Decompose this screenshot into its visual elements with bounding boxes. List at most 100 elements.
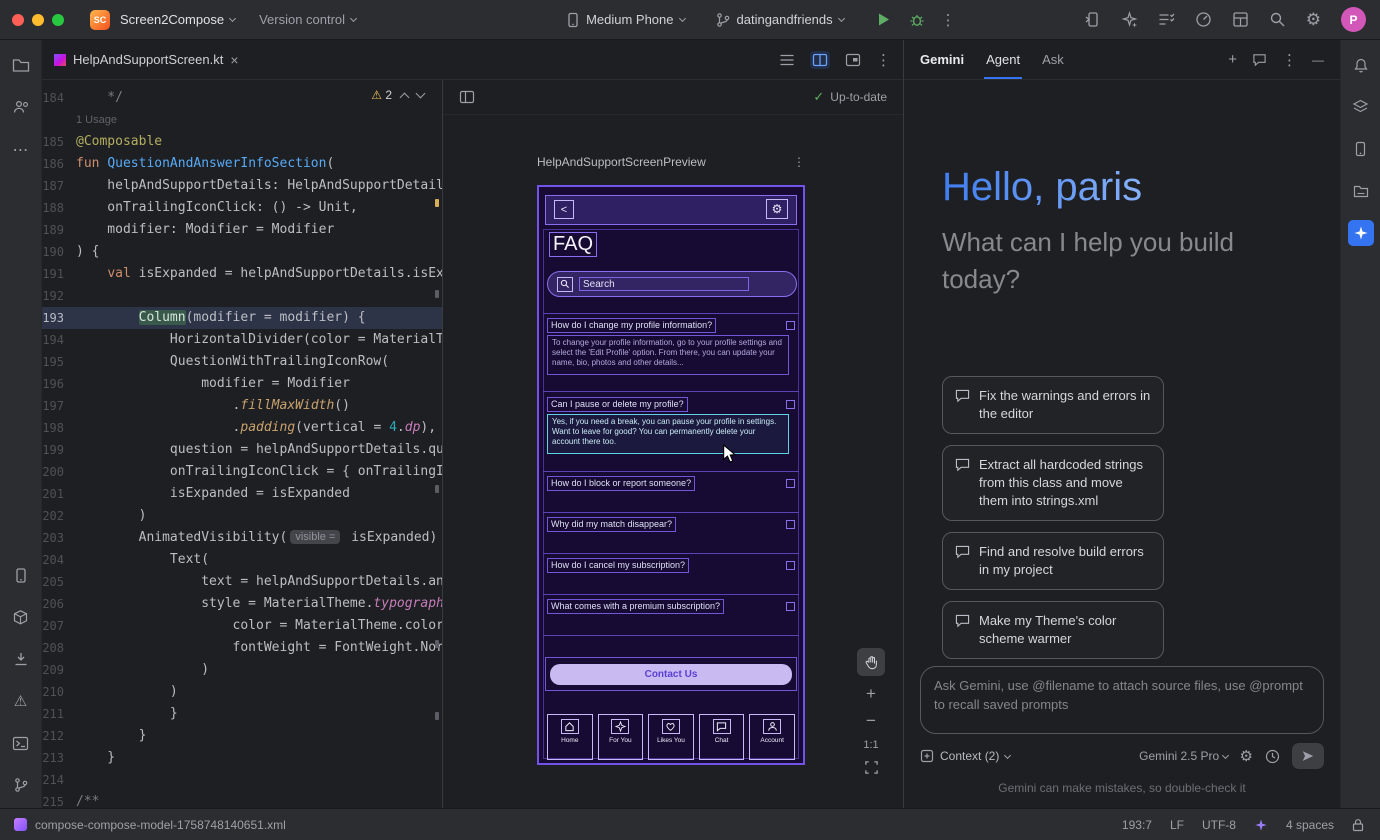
tab-agent[interactable]: Agent (986, 52, 1020, 67)
code-line: 195 QuestionWithTrailingIconRow( (42, 351, 442, 373)
suggestion-card[interactable]: Make my Theme's color scheme warmer (942, 601, 1164, 659)
stripe-mark[interactable] (435, 640, 439, 648)
float-window-icon[interactable] (845, 53, 861, 67)
zoom-level[interactable]: 1:1 (863, 739, 878, 751)
line-number: 187 (42, 175, 76, 197)
caret-position[interactable]: 193:7 (1122, 818, 1152, 832)
vcs-menu[interactable]: Version control (259, 12, 356, 27)
maximize-window-button[interactable] (52, 14, 64, 26)
gemini-input-box[interactable] (920, 666, 1324, 734)
gemini-prompt-input[interactable] (934, 676, 1310, 724)
structure-list-icon[interactable] (779, 53, 795, 67)
line-number: 185 (42, 131, 76, 153)
preview-layout-icon[interactable] (459, 90, 475, 104)
preview-canvas[interactable]: HelpAndSupportScreenPreview ⋮ < ⚙ FAQ (443, 115, 903, 808)
suggestion-card[interactable]: Find and resolve build errors in my proj… (942, 532, 1164, 590)
suggestion-card[interactable]: Extract all hardcoded strings from this … (942, 445, 1164, 521)
tab-ask[interactable]: Ask (1042, 52, 1064, 67)
editor-options-menu[interactable]: ⋮ (876, 51, 891, 69)
terminal-toolwindow-button[interactable] (8, 730, 34, 756)
task-list-icon[interactable] (1158, 12, 1175, 27)
line-number: 208 (42, 637, 76, 659)
problems-toolwindow-button[interactable]: ⚠ (8, 688, 34, 714)
resource-manager-button[interactable] (1348, 178, 1374, 204)
search-icon[interactable] (1269, 11, 1286, 28)
line-number (42, 109, 76, 131)
gemini-greeting: Hello, paris (942, 164, 1142, 210)
more-toolwindows-button[interactable]: ⋯ (8, 136, 34, 162)
project-menu[interactable]: Screen2Compose (120, 12, 235, 27)
zoom-to-fit-button[interactable] (864, 760, 879, 775)
line-number: 211 (42, 703, 76, 725)
build-analyzer-icon[interactable] (1195, 11, 1212, 28)
line-number: 202 (42, 505, 76, 527)
editor-tab[interactable]: HelpAndSupportScreen.kt × (42, 40, 251, 79)
line-separator[interactable]: LF (1170, 818, 1184, 832)
stripe-mark[interactable] (435, 712, 439, 720)
prev-problem-icon[interactable] (400, 92, 410, 102)
expand-icon (786, 400, 795, 409)
line-number: 193 (42, 307, 76, 329)
hide-panel-button[interactable]: — (1312, 53, 1324, 67)
running-devices-button[interactable] (8, 562, 34, 588)
gemini-options-menu[interactable]: ⋮ (1282, 51, 1297, 69)
send-button[interactable] (1292, 743, 1324, 769)
zoom-in-button[interactable]: + (866, 685, 876, 703)
gemini-settings-icon[interactable]: ⚙ (1240, 747, 1253, 765)
settings-gear-icon[interactable]: ⚙ (1306, 10, 1321, 30)
version-control-toolwindow-button[interactable] (8, 772, 34, 798)
code-lines: 184 */1 Usage185@Composable186fun Questi… (42, 87, 442, 808)
warning-stripe-mark[interactable] (435, 199, 439, 207)
code-line: 197 .fillMaxWidth() (42, 395, 442, 417)
build-toolwindow-button[interactable] (8, 604, 34, 630)
preview-options-menu[interactable]: ⋮ (793, 155, 805, 169)
ai-spark-status-icon[interactable] (1254, 818, 1268, 832)
device-selector[interactable]: Medium Phone (566, 12, 684, 28)
debug-button[interactable] (909, 12, 925, 28)
ai-spark-icon[interactable] (1121, 11, 1138, 28)
star-icon (611, 719, 629, 734)
line-number: 198 (42, 417, 76, 439)
prompt-history-icon[interactable] (1265, 749, 1280, 764)
profile-toolwindow-button[interactable] (8, 94, 34, 120)
run-more-menu[interactable]: ⋮ (941, 11, 956, 29)
close-window-button[interactable] (12, 14, 24, 26)
chat-icon (713, 719, 731, 734)
assistant-toolwindow-button[interactable] (1348, 94, 1374, 120)
branch-name: datingandfriends (737, 12, 833, 27)
chevron-down-icon (1222, 752, 1229, 759)
layout-inspector-icon[interactable] (1232, 11, 1249, 28)
lock-icon[interactable] (1352, 818, 1364, 832)
code-editor[interactable]: ⚠ 2 184 */1 Usage185@Composable186fun Qu… (42, 80, 443, 808)
new-chat-button[interactable]: + (1228, 51, 1237, 68)
notifications-bell-button[interactable] (1348, 52, 1374, 78)
expand-icon (786, 520, 795, 529)
run-button[interactable] (876, 12, 891, 27)
faq-answer-text: Yes, if you need a break, you can pause … (547, 414, 789, 454)
gemini-toolwindow-button[interactable] (1348, 220, 1374, 246)
line-number: 213 (42, 747, 76, 769)
project-toolwindow-button[interactable] (8, 52, 34, 78)
branch-selector[interactable]: datingandfriends (715, 12, 844, 28)
user-avatar[interactable]: P (1341, 7, 1366, 32)
stripe-mark[interactable] (435, 485, 439, 493)
minimize-window-button[interactable] (32, 14, 44, 26)
device-mirror-icon[interactable] (1084, 11, 1101, 28)
model-selector[interactable]: Gemini 2.5 Pro (1139, 749, 1227, 763)
indent-setting[interactable]: 4 spaces (1286, 818, 1334, 832)
install-run-button[interactable] (8, 646, 34, 672)
nav-label: Home (561, 737, 578, 744)
status-file-name[interactable]: compose-compose-model-1758748140651.xml (35, 818, 286, 832)
suggestion-card[interactable]: Fix the warnings and errors in the edito… (942, 376, 1164, 434)
next-problem-icon[interactable] (416, 89, 426, 99)
close-tab-icon[interactable]: × (230, 52, 238, 68)
stripe-mark[interactable] (435, 290, 439, 298)
pan-tool-button[interactable] (857, 648, 885, 676)
chat-history-icon[interactable] (1252, 53, 1267, 67)
split-editor-icon[interactable] (810, 51, 830, 69)
context-selector[interactable]: Context (2) (940, 749, 999, 763)
device-manager-button[interactable] (1348, 136, 1374, 162)
file-encoding[interactable]: UTF-8 (1202, 818, 1236, 832)
zoom-out-button[interactable]: − (866, 712, 876, 730)
inspection-widget[interactable]: ⚠ 2 (365, 86, 430, 104)
